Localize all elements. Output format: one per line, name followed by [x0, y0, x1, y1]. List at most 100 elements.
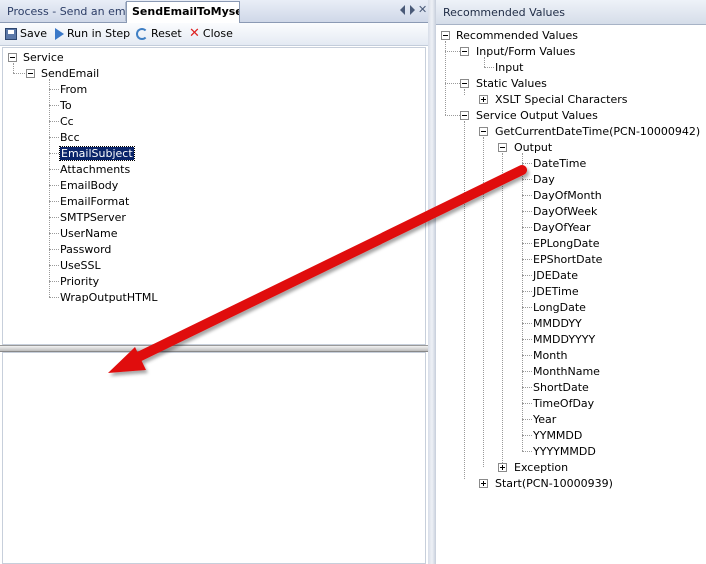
get-current-datetime-toggle[interactable] — [479, 127, 488, 136]
output-field-year[interactable]: Year — [533, 413, 556, 427]
field-password[interactable]: Password — [60, 243, 111, 257]
tree-node-output-label: Output — [514, 141, 553, 154]
tab-scroll-left-icon[interactable] — [400, 5, 405, 15]
field-username[interactable]: UserName — [60, 227, 118, 241]
field-cc[interactable]: Cc — [60, 115, 74, 129]
tree-node-service[interactable]: Service — [23, 51, 64, 65]
tree-connector — [522, 195, 532, 196]
output-field-jdedate[interactable]: JDEDate — [533, 269, 578, 283]
output-field-dayofyear-label: DayOfYear — [533, 221, 591, 234]
tree-node-static-values[interactable]: Static Values — [476, 77, 547, 91]
pane-splitter[interactable] — [0, 345, 428, 352]
output-toggle[interactable] — [498, 143, 507, 152]
tree-node-xslt-special-characters[interactable]: XSLT Special Characters — [495, 93, 628, 107]
tree-connector — [49, 265, 59, 266]
field-emailformat[interactable]: EmailFormat — [60, 195, 129, 209]
output-field-epshortdate[interactable]: EPShortDate — [533, 253, 602, 267]
tree-connector — [522, 403, 532, 404]
close-icon: ✕ — [189, 26, 200, 41]
tab-scroll-right-icon[interactable] — [410, 5, 415, 15]
save-button[interactable]: Save — [5, 26, 47, 42]
tree-node-get-current-datetime[interactable]: GetCurrentDateTime(PCN-10000942) — [495, 125, 700, 139]
output-field-datetime-label: DateTime — [533, 157, 587, 170]
static-values-toggle[interactable] — [460, 79, 469, 88]
output-field-dayofyear[interactable]: DayOfYear — [533, 221, 591, 235]
field-emailbody-label: EmailBody — [60, 179, 119, 192]
tree-node-start[interactable]: Start(PCN-10000939) — [495, 477, 613, 491]
field-password-label: Password — [60, 243, 112, 256]
reset-button[interactable]: Reset — [136, 26, 182, 42]
output-field-monthname[interactable]: MonthName — [533, 365, 600, 379]
field-bcc[interactable]: Bcc — [60, 131, 80, 145]
tab-close-icon[interactable]: ✕ — [418, 3, 427, 16]
output-field-yyyymmdd[interactable]: YYYYMMDD — [533, 445, 596, 459]
service-output-toggle[interactable] — [460, 111, 469, 120]
output-field-mmddyy[interactable]: MMDDYY — [533, 317, 582, 331]
tree-node-exception[interactable]: Exception — [514, 461, 568, 475]
output-field-dayofmonth[interactable]: DayOfMonth — [533, 189, 602, 203]
field-to[interactable]: To — [60, 99, 72, 113]
output-field-shortdate[interactable]: ShortDate — [533, 381, 589, 395]
field-from-label: From — [60, 83, 88, 96]
tree-connector — [445, 83, 460, 84]
output-field-datetime[interactable]: DateTime — [533, 157, 586, 171]
service-node-toggle[interactable] — [8, 53, 17, 62]
vertical-splitter[interactable] — [428, 0, 436, 564]
output-field-timeofday[interactable]: TimeOfDay — [533, 397, 594, 411]
tree-connector — [49, 185, 59, 186]
designer-pane: Process - Send an email SendEmailToMysel… — [0, 0, 428, 564]
tree-connector — [522, 211, 532, 212]
tree-connector — [522, 419, 532, 420]
start-toggle[interactable] — [479, 479, 488, 488]
tree-node-start-label: Start(PCN-10000939) — [495, 477, 613, 490]
input-form-toggle[interactable] — [460, 47, 469, 56]
tree-connector — [13, 63, 14, 73]
tree-node-static-values-label: Static Values — [476, 77, 547, 90]
field-attachments[interactable]: Attachments — [60, 163, 130, 177]
tree-node-input-form-values[interactable]: Input/Form Values — [476, 45, 575, 59]
field-usessl[interactable]: UseSSL — [60, 259, 101, 273]
tree-connector — [464, 89, 465, 95]
exception-toggle[interactable] — [498, 463, 507, 472]
tab-process-send-email[interactable]: Process - Send an email — [2, 2, 126, 21]
tree-connector — [445, 51, 460, 52]
field-priority[interactable]: Priority — [60, 275, 99, 289]
output-field-timeofday-label: TimeOfDay — [533, 397, 595, 410]
output-field-yymmdd[interactable]: YYMMDD — [533, 429, 582, 443]
tree-node-service-output-values[interactable]: Service Output Values — [476, 109, 598, 123]
tree-connector — [522, 163, 532, 164]
output-field-longdate[interactable]: LongDate — [533, 301, 586, 315]
tree-node-output[interactable]: Output — [514, 141, 552, 155]
output-field-jdetime[interactable]: JDETime — [533, 285, 579, 299]
tree-node-input[interactable]: Input — [495, 61, 523, 75]
output-field-day[interactable]: Day — [533, 173, 555, 187]
field-from[interactable]: From — [60, 83, 87, 97]
recommended-values-toggle[interactable] — [441, 31, 450, 40]
tree-connector — [445, 115, 460, 116]
recommended-values-header: Recommended Values — [436, 0, 706, 25]
field-smtpserver[interactable]: SMTPServer — [60, 211, 126, 225]
field-emailbody[interactable]: EmailBody — [60, 179, 118, 193]
tree-node-recommended-values[interactable]: Recommended Values — [456, 29, 578, 43]
output-field-mmddyy-label: MMDDYY — [533, 317, 582, 330]
field-emailsubject[interactable]: EmailSubject — [59, 146, 135, 161]
output-field-eplongdate[interactable]: EPLongDate — [533, 237, 600, 251]
output-field-monthname-label: MonthName — [533, 365, 600, 378]
tree-connector — [522, 227, 532, 228]
service-tree: Service SendEmail From To Cc Bcc EmailSubject A… — [2, 47, 426, 345]
close-button[interactable]: ✕ Close — [189, 26, 233, 42]
tree-connector — [49, 201, 59, 202]
output-field-mmddyyyy[interactable]: MMDDYYYY — [533, 333, 595, 347]
field-to-label: To — [60, 99, 72, 112]
tree-connector — [49, 137, 59, 138]
run-in-step-button[interactable]: Run in Step — [55, 26, 130, 42]
xslt-toggle[interactable] — [479, 95, 488, 104]
tree-node-recommended-values-label: Recommended Values — [456, 29, 579, 42]
output-field-dayofweek[interactable]: DayOfWeek — [533, 205, 597, 219]
output-field-month[interactable]: Month — [533, 349, 567, 363]
tree-node-exception-label: Exception — [514, 461, 569, 474]
field-wrapoutputhtml[interactable]: WrapOutputHTML — [60, 291, 157, 305]
output-field-shortdate-label: ShortDate — [533, 381, 589, 394]
sendemail-node-toggle[interactable] — [26, 69, 35, 78]
tab-send-email-to-myself[interactable]: SendEmailToMyself — [126, 1, 240, 23]
